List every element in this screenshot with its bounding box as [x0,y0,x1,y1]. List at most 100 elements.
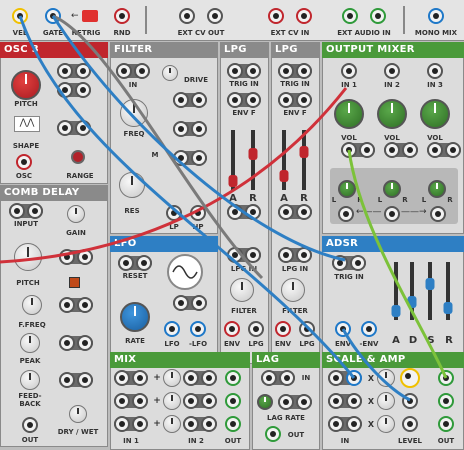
lpg2-envf-jack-b[interactable] [296,92,312,108]
adsr-s-slider[interactable] [428,262,432,320]
lpg2-jack-3b[interactable] [296,204,312,220]
outmix-link-jack-2[interactable] [384,206,400,222]
mix-row3-jack-d[interactable] [201,416,217,432]
lpg1-envf-jack-b[interactable] [245,92,261,108]
scale-row3-in-b[interactable] [346,416,362,432]
comb-jack-4b[interactable] [77,372,93,388]
lpg2-r-thumb[interactable] [299,146,309,158]
lag-rate-jack-b[interactable] [296,394,312,410]
outmix-in1-jack[interactable] [341,63,357,79]
lpg1-env-jack[interactable] [224,321,240,337]
scale-row3-out-jack[interactable] [438,416,454,432]
lpg2-lpgin-jack-a[interactable] [278,247,294,263]
lfo-neg-jack[interactable] [190,321,206,337]
lfo-reset-jack-b[interactable] [136,255,152,271]
outmix-jack-c2[interactable] [445,142,461,158]
shape-toggle-icon[interactable]: ⋀⋀ [14,116,40,132]
comb-out-jack[interactable] [22,417,38,433]
comb-input-jack-b[interactable] [27,203,43,219]
osc3-osc-jack[interactable] [16,154,32,170]
lfo-rate-knob[interactable] [120,302,150,332]
ext-audio-in-jack-1[interactable] [342,8,358,24]
lag-in-jack-a[interactable] [261,370,277,386]
outmix-link-jack-1[interactable] [338,206,354,222]
mix-row1-jack-b[interactable] [132,370,148,386]
lpg2-trig-jack-b[interactable] [296,63,312,79]
ext-cv-in-jack-1[interactable] [268,8,284,24]
adsr-negenv-jack[interactable] [361,321,377,337]
adsr-env-jack[interactable] [335,321,351,337]
osc3-jack-2a[interactable] [57,82,73,98]
scale-row3-in-a[interactable] [328,416,344,432]
lpg1-filter-knob[interactable] [230,278,254,302]
lpg2-trig-jack-a[interactable] [278,63,294,79]
comb-jack-3b[interactable] [77,335,93,351]
outmix-jack-b2[interactable] [402,142,418,158]
scale-row1-knob[interactable] [377,369,395,387]
comb-jack-2b[interactable] [77,297,93,313]
mix-row3-out-jack[interactable] [225,416,241,432]
rnd-jack[interactable] [114,8,130,24]
lpg1-envf-jack-a[interactable] [227,92,243,108]
outmix-vol1-knob[interactable] [334,99,364,129]
lpg1-a-thumb[interactable] [228,175,238,187]
filter-jack-3a[interactable] [173,121,189,137]
lpg2-env-jack[interactable] [275,321,291,337]
comb-jack-2a[interactable] [59,297,75,313]
scale-row1-level-jack[interactable] [400,368,420,388]
mix-row2-jack-c[interactable] [183,393,199,409]
adsr-s-thumb[interactable] [425,278,435,290]
osc3-jack-3b[interactable] [75,120,91,136]
lfo-wave-icon[interactable] [167,254,203,290]
comb-pitch-knob[interactable] [14,243,42,271]
mix-row1-out-jack[interactable] [225,370,241,386]
outmix-pan2-knob[interactable] [383,180,401,198]
filter-jack-4a[interactable] [173,150,189,166]
outmix-vol2-knob[interactable] [377,99,407,129]
mix-row1-knob[interactable] [163,369,181,387]
scale-row3-level-jack[interactable] [402,416,418,432]
lpg1-jack-3b[interactable] [245,204,261,220]
osc3-jack-1b[interactable] [75,63,91,79]
comb-peak-knob[interactable] [20,333,40,353]
outmix-jack-b1[interactable] [384,142,400,158]
scale-row3-knob[interactable] [377,415,395,433]
mix-row2-knob[interactable] [163,392,181,410]
outmix-vol3-knob[interactable] [420,99,450,129]
ext-cv-out-jack-2[interactable] [207,8,223,24]
filter-drive-knob[interactable] [162,65,178,81]
vel-jack[interactable] [12,8,28,24]
mix-row2-out-jack[interactable] [225,393,241,409]
adsr-d-thumb[interactable] [407,296,417,308]
lpg1-jack-3a[interactable] [227,204,243,220]
outmix-in3-jack[interactable] [427,63,443,79]
outmix-jack-a2[interactable] [359,142,375,158]
outmix-pan3-knob[interactable] [428,180,446,198]
ext-cv-in-jack-2[interactable] [296,8,312,24]
lag-rate-knob[interactable] [257,394,273,410]
scale-row2-knob[interactable] [377,392,395,410]
filter-res-knob[interactable] [119,172,145,198]
comb-jack-4a[interactable] [59,372,75,388]
filter-in-jack-a[interactable] [116,63,132,79]
lpg1-trig-jack-a[interactable] [227,63,243,79]
filter-jack-2b[interactable] [191,92,207,108]
comb-jack-1b[interactable] [77,249,93,265]
filter-jack-2a[interactable] [173,92,189,108]
filter-freq-knob[interactable] [120,99,148,127]
lfo-out-jack[interactable] [164,321,180,337]
gate-jack[interactable] [45,8,61,24]
mix-row3-jack-b[interactable] [132,416,148,432]
adsr-trig-jack-b[interactable] [350,255,366,271]
filter-hp-jack[interactable] [190,205,206,221]
lfo-jack-2b[interactable] [191,295,207,311]
mix-row1-jack-c[interactable] [183,370,199,386]
lpg2-r-slider[interactable] [302,130,306,190]
adsr-trig-jack-a[interactable] [332,255,348,271]
scale-row1-in-a[interactable] [328,370,344,386]
mix-row2-jack-a[interactable] [114,393,130,409]
scale-row1-out-jack[interactable] [438,370,454,386]
adsr-r-thumb[interactable] [443,302,453,314]
lpg1-lpg-jack[interactable] [248,321,264,337]
lpg2-envf-jack-a[interactable] [278,92,294,108]
